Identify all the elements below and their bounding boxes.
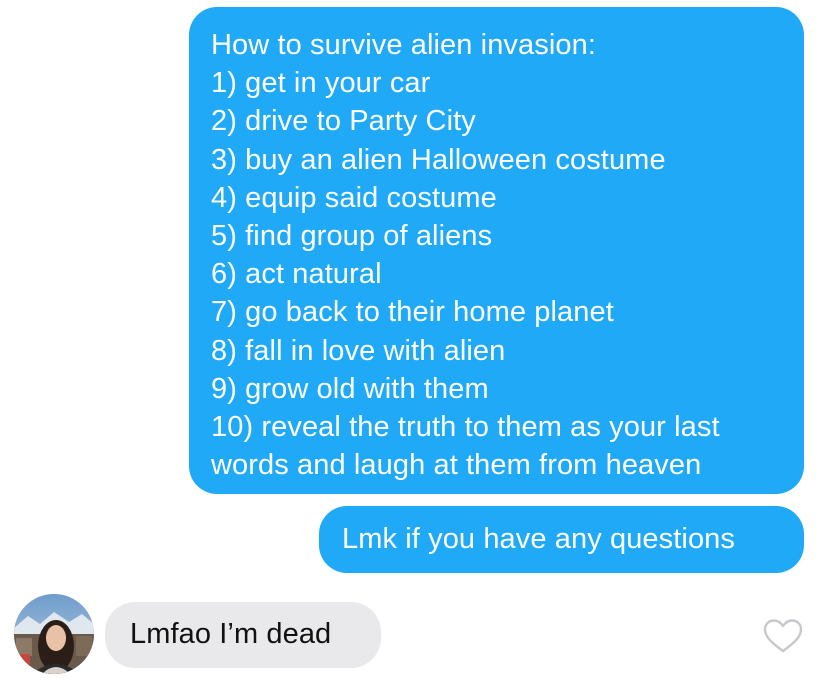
message-line: 4) equip said costume — [211, 181, 497, 214]
received-message-bubble[interactable]: Lmfao I’m dead — [105, 602, 381, 668]
message-line: 1) get in your car — [211, 67, 431, 100]
message-line: words and laugh at them from heaven — [211, 449, 702, 482]
message-line: 6) act natural — [211, 258, 382, 291]
message-text: Lmfao I’m dead — [130, 618, 332, 650]
message-line: 10) reveal the truth to them as your las… — [211, 411, 720, 444]
message-line: 7) go back to their home planet — [211, 296, 614, 329]
message-line: 9) grow old with them — [211, 372, 489, 405]
message-line: 3) buy an alien Halloween costume — [211, 143, 666, 176]
avatar[interactable] — [14, 594, 94, 674]
heart-outline-icon[interactable] — [763, 618, 803, 654]
message-line: How to survive alien invasion: — [211, 29, 597, 61]
message-thread: How to survive alien invasion: 1) get in… — [0, 0, 827, 691]
message-line: 8) fall in love with alien — [211, 334, 506, 367]
sent-message-bubble[interactable]: How to survive alien invasion: 1) get in… — [189, 7, 804, 494]
message-line: 5) find group of aliens — [211, 220, 493, 253]
sent-message-bubble[interactable]: Lmk if you have any questions — [319, 506, 804, 573]
received-message-row: Lmfao I’m dead — [0, 590, 827, 680]
message-text: Lmk if you have any questions — [342, 523, 736, 555]
message-line: 2) drive to Party City — [211, 105, 476, 138]
profile-photo — [14, 594, 94, 674]
